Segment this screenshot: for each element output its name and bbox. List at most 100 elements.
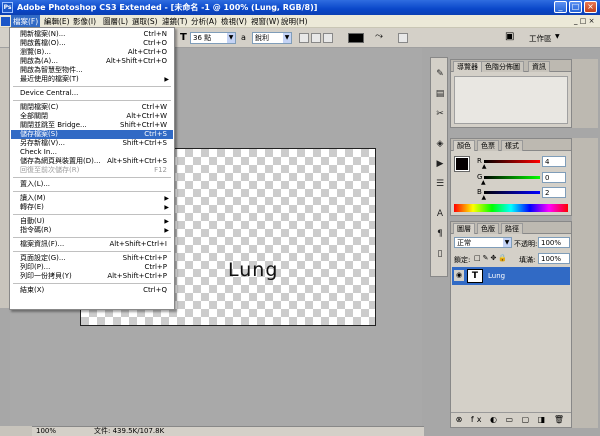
- file-menu-item[interactable]: 開啟為智慧型物件...: [11, 66, 173, 75]
- b-slider-thumb[interactable]: ▲: [481, 194, 486, 201]
- eye-icon[interactable]: ◉: [454, 270, 464, 281]
- type-layer-icon: T: [467, 269, 483, 283]
- file-menu-item[interactable]: 儲存為網頁與裝置用(D)... Alt+Shift+Ctrl+S: [11, 157, 173, 166]
- bridge-icon[interactable]: ▣: [505, 31, 514, 42]
- menu-item-shortcut: Alt+Shift+Ctrl+S: [107, 157, 167, 165]
- actions-icon[interactable]: ▶: [434, 158, 446, 170]
- menu-analysis[interactable]: 分析(A): [189, 15, 219, 28]
- file-menu-item[interactable]: 另存新檔(V)... Shift+Ctrl+S: [11, 139, 173, 148]
- file-menu-item[interactable]: 檔案資訊(F)... Alt+Shift+Ctrl+I: [11, 240, 173, 249]
- file-menu-item[interactable]: 瀏覽(B)... Alt+Ctrl+O: [11, 48, 173, 57]
- align-right-button[interactable]: [323, 33, 333, 43]
- menu-item-shortcut: Shift+Ctrl+P: [122, 254, 167, 262]
- r-slider-thumb[interactable]: ▲: [482, 163, 487, 170]
- file-menu-item[interactable]: 頁面設定(G)... Shift+Ctrl+P: [11, 254, 173, 263]
- layer-name[interactable]: Lung: [488, 272, 505, 280]
- close-button[interactable]: ×: [584, 1, 597, 13]
- foreground-color-swatch[interactable]: [454, 156, 470, 172]
- minimize-button[interactable]: _: [554, 1, 567, 13]
- navigator-panel: 導覽器 色階分佈圖 資訊: [450, 59, 572, 128]
- file-menu-item[interactable]: Check In...: [11, 148, 173, 157]
- panel-edge: [572, 59, 598, 128]
- maximize-button[interactable]: □: [569, 1, 582, 13]
- file-menu-dropdown: 開新檔案(N)... Ctrl+N 開啟舊檔(O)... Ctrl+O 瀏覽(B)...…: [9, 27, 175, 310]
- opacity-input[interactable]: 100%: [538, 237, 570, 248]
- blend-mode-select[interactable]: 正常 ▼: [454, 237, 512, 248]
- canvas-text-layer[interactable]: Lung: [228, 259, 278, 281]
- r-value-input[interactable]: 4: [542, 156, 566, 167]
- menu-item-label: 瀏覽(B)...: [20, 48, 51, 56]
- tool-presets-icon[interactable]: ✂: [434, 108, 446, 120]
- r-slider-track[interactable]: [484, 160, 540, 163]
- warp-text-icon[interactable]: ⤳: [375, 31, 383, 42]
- tab-swatches[interactable]: 色票: [477, 140, 499, 151]
- b-slider-track[interactable]: [484, 191, 540, 194]
- fill-input[interactable]: 100%: [538, 253, 570, 264]
- file-menu-item[interactable]: 置入(L)...: [11, 180, 173, 189]
- menu-item-label: 讀入(M): [20, 194, 46, 202]
- menu-item-shortcut: Ctrl+Q: [143, 286, 167, 294]
- tab-channels[interactable]: 色版: [477, 223, 499, 234]
- submenu-arrow-icon: ▶: [164, 195, 169, 202]
- toggle-panels-button[interactable]: [398, 33, 408, 43]
- paragraph-icon[interactable]: ¶: [434, 228, 446, 240]
- tab-navigator[interactable]: 導覽器: [453, 61, 482, 72]
- file-menu-item[interactable]: 關閉並跳至 Bridge... Shift+Ctrl+W: [11, 121, 173, 130]
- color-spectrum-bar[interactable]: [454, 204, 568, 212]
- brush-icon[interactable]: ✎: [434, 68, 446, 80]
- layer-row[interactable]: ◉ T Lung: [452, 267, 570, 285]
- layer-comps-icon[interactable]: ☰: [434, 178, 446, 190]
- file-menu-item[interactable]: 關閉檔案(C) Ctrl+W: [11, 103, 173, 112]
- history-icon[interactable]: ◈: [434, 138, 446, 150]
- menu-help[interactable]: 說明(H): [279, 15, 310, 28]
- g-slider-thumb[interactable]: ▲: [481, 179, 486, 186]
- b-value-input[interactable]: 2: [542, 187, 566, 198]
- menu-item-shortcut: Alt+Shift+Ctrl+P: [107, 272, 167, 280]
- file-menu-item[interactable]: 結束(X) Ctrl+Q: [11, 286, 173, 295]
- menu-item-label: 開啟舊檔(O)...: [20, 39, 66, 47]
- file-menu-item[interactable]: 自動(U) ▶: [11, 217, 173, 226]
- doc-window-controls[interactable]: _ □ ×: [574, 17, 598, 26]
- lock-options-icon[interactable]: □✎✥🔒: [474, 254, 509, 262]
- align-center-button[interactable]: [311, 33, 321, 43]
- app-menu-icon[interactable]: [1, 17, 10, 26]
- file-menu-item[interactable]: 開啟為(A)... Alt+Shift+Ctrl+O: [11, 57, 173, 66]
- menu-view[interactable]: 檢視(V): [219, 15, 249, 28]
- menu-window[interactable]: 視窗(W): [249, 15, 281, 28]
- layer-actions-bar[interactable]: ⊗ fx ◐ ▭ ▢ ◨ 🗑: [451, 412, 571, 427]
- text-color-swatch[interactable]: [348, 33, 364, 43]
- file-menu-item[interactable]: 列印(P)... Ctrl+P: [11, 263, 173, 272]
- g-value-input[interactable]: 0: [542, 172, 566, 183]
- tab-layers[interactable]: 圖層: [453, 223, 475, 234]
- antialias-select[interactable]: 銳利 ▼: [252, 32, 292, 44]
- workspace-label[interactable]: 工作區: [529, 33, 552, 44]
- font-size-select[interactable]: 36 點 ▼: [190, 32, 236, 44]
- file-menu-item[interactable]: 指令碼(R) ▶: [11, 226, 173, 235]
- tab-color[interactable]: 顏色: [453, 140, 475, 151]
- g-slider-track[interactable]: [484, 176, 540, 179]
- file-menu-item[interactable]: 全部關閉 Alt+Ctrl+W: [11, 112, 173, 121]
- file-menu-item[interactable]: 開新檔案(N)... Ctrl+N: [11, 30, 173, 39]
- file-menu-item[interactable]: 儲存檔案(S) Ctrl+S: [11, 130, 173, 139]
- tab-paths[interactable]: 路徑: [501, 223, 523, 234]
- file-menu-item[interactable]: 列印一份拷貝(Y) Alt+Shift+Ctrl+P: [11, 272, 173, 281]
- notes-icon[interactable]: ▯: [434, 248, 446, 260]
- tab-styles[interactable]: 樣式: [501, 140, 523, 151]
- file-menu-item[interactable]: Device Central...: [11, 89, 173, 98]
- file-menu-item[interactable]: 轉存(E) ▶: [11, 203, 173, 212]
- chevron-down-icon[interactable]: ▼: [555, 33, 560, 40]
- document-size: 文件: 439.5K/107.8K: [94, 427, 165, 435]
- submenu-arrow-icon: ▶: [164, 218, 169, 225]
- file-menu-item[interactable]: 讀入(M) ▶: [11, 194, 173, 203]
- zoom-level[interactable]: 100%: [36, 427, 56, 436]
- tab-info[interactable]: 資訊: [528, 61, 550, 72]
- layers-panel: 圖層 色版 路徑 正常 ▼ 不透明: 100% 鎖定: □✎✥🔒 填滿: 100%…: [450, 221, 572, 428]
- tab-histogram[interactable]: 色階分佈圖: [481, 61, 524, 72]
- clone-source-icon[interactable]: ▤: [434, 88, 446, 100]
- file-menu-item[interactable]: 最近使用的檔案(T) ▶: [11, 75, 173, 84]
- menu-item-label: 開新檔案(N)...: [20, 30, 66, 38]
- character-icon[interactable]: A: [434, 208, 446, 220]
- file-menu-item[interactable]: 開啟舊檔(O)... Ctrl+O: [11, 39, 173, 48]
- align-left-button[interactable]: [299, 33, 309, 43]
- navigator-preview[interactable]: [454, 76, 568, 124]
